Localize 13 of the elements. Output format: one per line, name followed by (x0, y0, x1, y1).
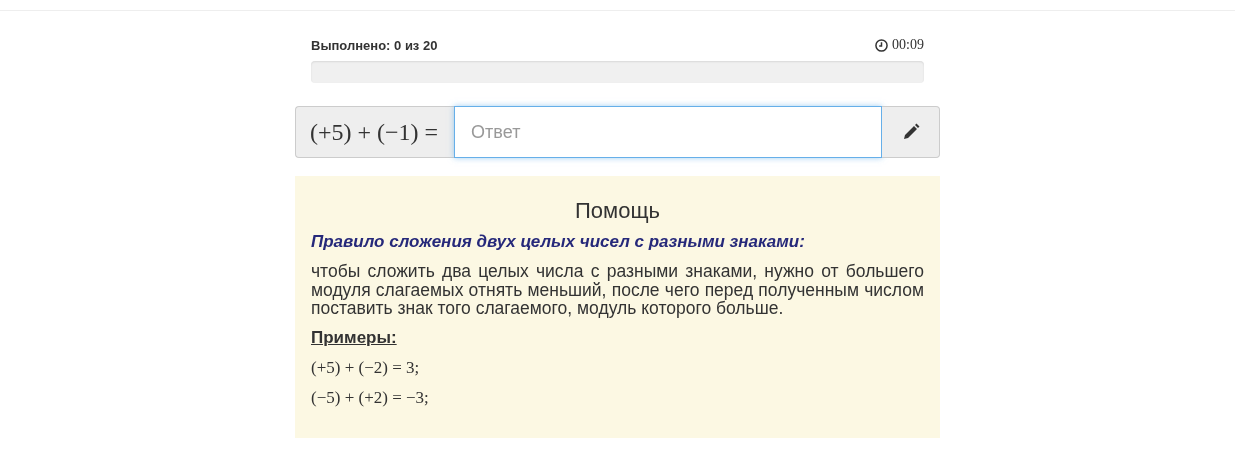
clock-icon (875, 38, 889, 52)
examples-title: Примеры: (311, 327, 398, 348)
example-equation: (+5) + (−2) = 3; (311, 357, 421, 378)
example-equation: (−5) + (+2) = −3; (311, 387, 430, 408)
timer-text: 00:09 (892, 37, 924, 53)
rule-text: чтобы сложить два целых числа с разными знаками, нужно от большего модуля слагаемых отнять меньший, после чего перед полученным числом поставить знак того слагаемого, модуль которого больше. (311, 262, 924, 318)
progress-label: Выполнено: 0 из 20 (311, 37, 438, 53)
rule-title: Правило сложения двух целых чисел с разными знаками: (311, 232, 806, 252)
math-expression: (+5) + (−1) = (295, 106, 455, 158)
answer-field[interactable]: Ответ (454, 106, 882, 158)
help-title: Помощь (574, 198, 661, 224)
edit-button[interactable] (882, 106, 940, 158)
pencil-icon (901, 123, 920, 141)
